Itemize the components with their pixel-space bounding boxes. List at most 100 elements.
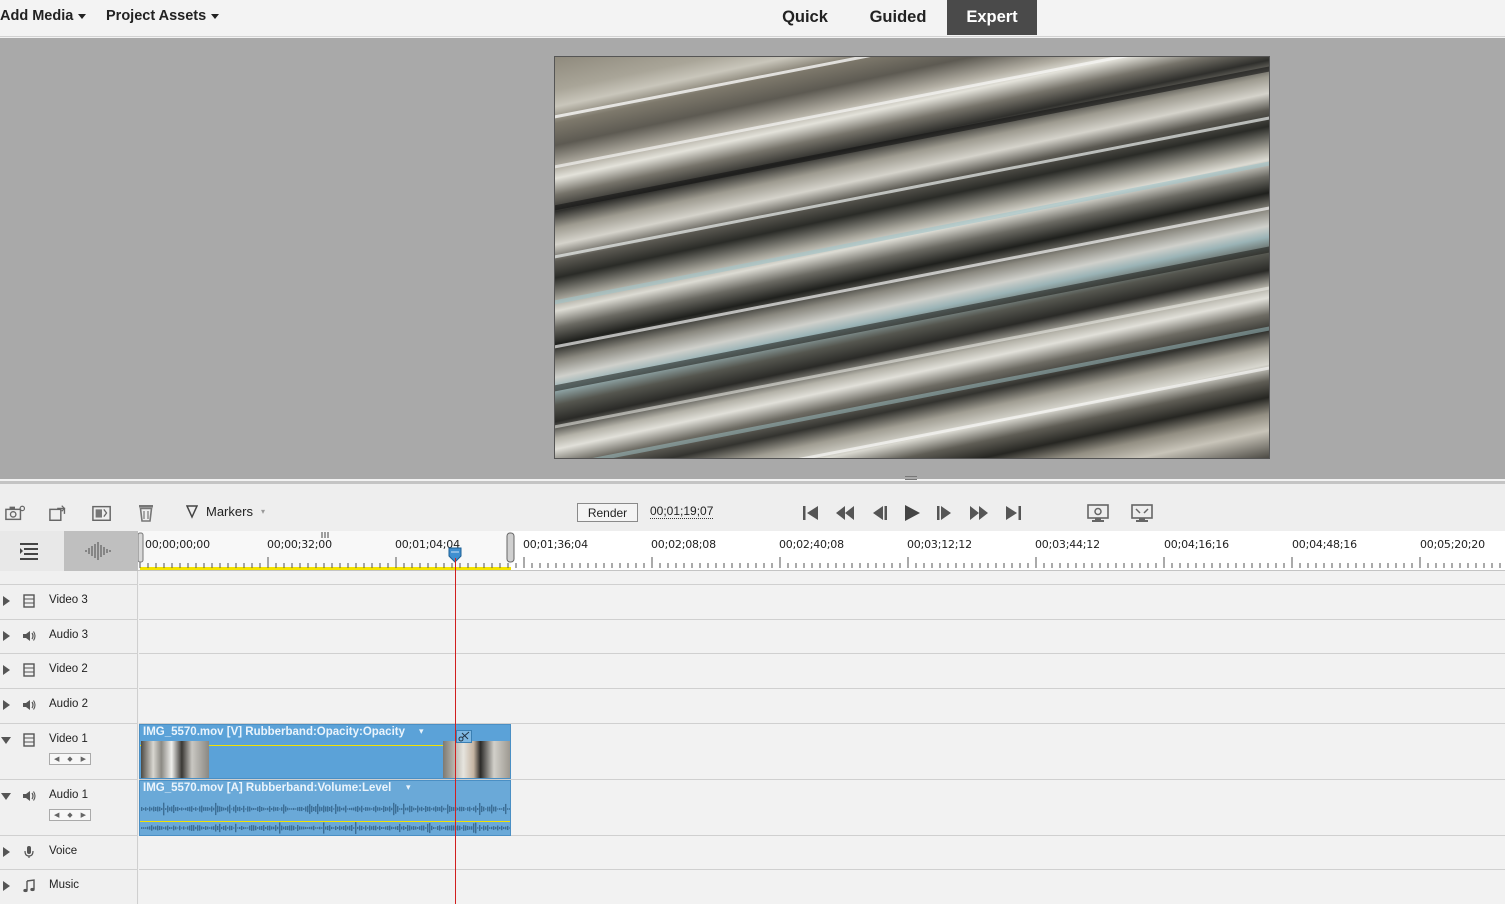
scissors-icon[interactable] (456, 730, 472, 743)
track-header-video-3[interactable]: Video 3 (0, 585, 138, 620)
track-lane-music[interactable] (139, 870, 1505, 904)
keyframe-navigator[interactable]: ◀ ◆ ▶ (49, 809, 91, 821)
go-to-start-icon[interactable] (800, 503, 822, 523)
monitor-settings-icon[interactable] (1086, 503, 1110, 523)
expand-icon[interactable] (3, 631, 10, 641)
ruler-label: 00;01;36;04 (523, 538, 588, 551)
clip-title: IMG_5570.mov [V] Rubberband:Opacity:Opac… (143, 726, 406, 738)
keyframe-navigator[interactable]: ◀ ◆ ▶ (49, 753, 91, 765)
zoom-grip-icon[interactable] (321, 532, 329, 538)
track-lane-voice[interactable] (139, 836, 1505, 870)
chevron-down-icon[interactable]: ▾ (406, 782, 411, 793)
speaker-icon (23, 791, 36, 801)
playhead-line (455, 558, 456, 904)
work-area-end-handle[interactable] (506, 532, 516, 564)
ruler-label: 00;03;44;12 (1035, 538, 1100, 551)
project-assets-label: Project Assets (106, 8, 207, 24)
expand-icon[interactable] (3, 881, 10, 891)
track-header-spacer (0, 571, 138, 585)
fast-forward-icon[interactable] (968, 503, 990, 523)
markers-label: Markers (206, 504, 253, 519)
track-label: Video 3 (49, 594, 88, 606)
track-header-video-2[interactable]: Video 2 (0, 654, 138, 689)
track-header-music[interactable]: Music (0, 870, 138, 904)
ruler-label: 00;00;32;00 (267, 538, 332, 551)
ruler-label: 00;05;20;20 (1420, 538, 1485, 551)
tab-quick[interactable]: Quick (771, 0, 839, 35)
smartfix-icon[interactable] (92, 504, 112, 522)
go-to-end-icon[interactable] (1002, 503, 1024, 523)
expand-icon[interactable] (3, 596, 10, 606)
chevron-down-icon[interactable]: ▾ (419, 726, 424, 737)
video-preview[interactable] (554, 56, 1270, 459)
track-lane-audio-2[interactable] (139, 689, 1505, 724)
tab-expert[interactable]: Expert (947, 0, 1037, 35)
track-header-audio-3[interactable]: Audio 3 (0, 620, 138, 654)
work-area-start-handle[interactable] (138, 532, 145, 564)
track-header-audio-2[interactable]: Audio 2 (0, 689, 138, 724)
ruler-label: 00;00;00;00 (145, 538, 210, 551)
rewind-icon[interactable] (834, 503, 856, 523)
marker-icon (186, 504, 198, 519)
music-note-icon (23, 879, 35, 893)
prev-keyframe-icon[interactable]: ◀ (54, 811, 59, 819)
collapse-icon[interactable] (1, 793, 11, 800)
time-ruler[interactable]: 00;00;00;00 00;00;32;00 00;01;04;04 00;0… (138, 531, 1505, 571)
microphone-icon (24, 846, 34, 858)
expand-icon[interactable] (3, 665, 10, 675)
track-lane-video-3[interactable] (139, 585, 1505, 620)
expand-icon[interactable] (3, 847, 10, 857)
timeline-toolbar: Markers ▾ Render 00;01;19;07 (0, 481, 1505, 531)
speaker-icon (23, 631, 36, 641)
fullscreen-icon[interactable] (1130, 503, 1154, 523)
top-bar: Add Media Project Assets Quick Guided Ex… (0, 0, 1505, 37)
panel-resize-handle[interactable] (905, 476, 917, 480)
track-label: Video 1 (49, 733, 88, 745)
add-media-label: Add Media (0, 8, 74, 24)
next-keyframe-icon[interactable]: ▶ (81, 811, 86, 819)
timeline-tracks: Video 3 Audio 3 Video 2 Audio 2 Video 1 … (0, 571, 1505, 904)
speaker-icon (23, 700, 36, 710)
expand-icon[interactable] (3, 700, 10, 710)
add-media-menu[interactable]: Add Media (0, 8, 87, 24)
track-label: Music (49, 879, 80, 891)
project-assets-menu[interactable]: Project Assets (106, 8, 220, 24)
ruler-label: 00;04;16;16 (1164, 538, 1229, 551)
clip-thumbnail-end (443, 741, 510, 778)
monitor-panel (0, 38, 1505, 479)
chevron-down-icon: ▾ (260, 507, 265, 516)
collapse-icon[interactable] (1, 737, 11, 744)
track-lane-audio-3[interactable] (139, 620, 1505, 654)
track-view-tab[interactable] (0, 531, 64, 571)
waveform-icon (85, 542, 111, 560)
track-header-audio-1[interactable]: Audio 1 ◀ ◆ ▶ (0, 780, 138, 836)
add-keyframe-icon[interactable]: ◆ (67, 755, 72, 763)
camera-icon[interactable] (5, 504, 25, 522)
track-list-icon (20, 543, 38, 560)
track-lane-spacer (139, 571, 1505, 585)
track-lane-video-2[interactable] (139, 654, 1505, 689)
ruler-ticks (139, 557, 1501, 568)
track-label: Video 2 (49, 663, 88, 675)
add-keyframe-icon[interactable]: ◆ (67, 811, 72, 819)
clip-title: IMG_5570.mov [A] Rubberband:Volume:Level (143, 782, 392, 794)
ruler-label: 00;03;12;12 (907, 538, 972, 551)
play-icon[interactable] (901, 503, 923, 523)
track-header-voice[interactable]: Voice (0, 836, 138, 870)
track-label: Audio 2 (49, 698, 89, 710)
track-label: Voice (49, 845, 78, 857)
rotate-icon[interactable] (49, 504, 69, 522)
step-forward-icon[interactable] (934, 503, 956, 523)
chevron-down-icon (211, 13, 220, 19)
current-timecode[interactable]: 00;01;19;07 (650, 504, 714, 519)
markers-menu[interactable]: Markers ▾ (186, 504, 265, 519)
next-keyframe-icon[interactable]: ▶ (81, 755, 86, 763)
ruler-label: 00;04;48;16 (1292, 538, 1357, 551)
trash-icon[interactable] (136, 504, 156, 522)
audio-view-tab[interactable] (64, 531, 138, 571)
track-header-video-1[interactable]: Video 1 ◀ ◆ ▶ (0, 724, 138, 780)
tab-guided[interactable]: Guided (858, 0, 938, 35)
step-back-icon[interactable] (868, 503, 890, 523)
prev-keyframe-icon[interactable]: ◀ (54, 755, 59, 763)
render-button[interactable]: Render (577, 503, 638, 522)
